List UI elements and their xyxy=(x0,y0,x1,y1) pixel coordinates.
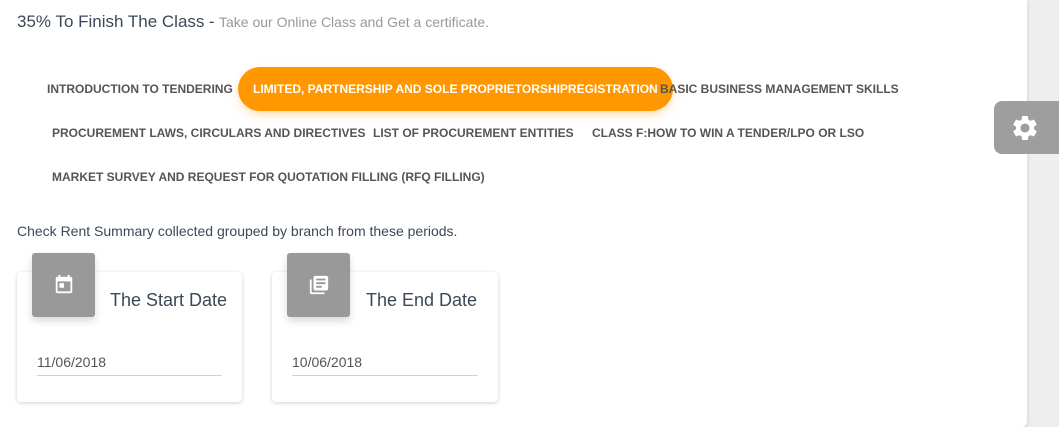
tab-limited-partnership-registration[interactable]: LIMITED, PARTNERSHIP AND SOLE PROPRIETOR… xyxy=(238,67,673,111)
page-title: 35% To Finish The Class xyxy=(17,12,205,31)
tab-class-f-win-tender[interactable]: CLASS F:HOW TO WIN A TENDER/LPO OR LSO xyxy=(577,111,879,155)
tab-procurement-laws[interactable]: PROCUREMENT LAWS, CIRCULARS AND DIRECTIV… xyxy=(37,111,381,155)
library-books-icon xyxy=(287,253,350,317)
tab-market-survey-rfq[interactable]: MARKET SURVEY AND REQUEST FOR QUOTATION … xyxy=(37,155,500,199)
start-date-card: The Start Date xyxy=(17,253,242,402)
library-books-icon-svg xyxy=(309,275,328,295)
end-date-title: The End Date xyxy=(366,290,478,310)
tab-basic-business-management-skills[interactable]: BASIC BUSINESS MANAGEMENT SKILLS xyxy=(645,67,914,111)
settings-button[interactable] xyxy=(994,101,1059,154)
tab-list-of-procurement-entities[interactable]: LIST OF PROCUREMENT ENTITIES xyxy=(358,111,589,155)
end-date-input[interactable] xyxy=(292,348,478,376)
gear-icon xyxy=(1013,115,1037,140)
page-subtitle: Take our Online Class and Get a certific… xyxy=(219,14,490,30)
calendar-icon-svg xyxy=(55,274,72,294)
start-date-title: The Start Date xyxy=(110,290,228,310)
start-date-input[interactable] xyxy=(37,348,222,376)
title-separator: - xyxy=(208,12,215,31)
main-panel: 35% To Finish The Class - Take our Onlin… xyxy=(0,0,1027,427)
end-date-card: The End Date xyxy=(272,253,498,402)
tab-introduction-to-tendering[interactable]: INTRODUCTION TO TENDERING xyxy=(32,67,248,111)
period-note: Check Rent Summary collected grouped by … xyxy=(17,223,458,239)
page-header: 35% To Finish The Class - Take our Onlin… xyxy=(17,12,489,32)
calendar-icon xyxy=(32,253,95,317)
